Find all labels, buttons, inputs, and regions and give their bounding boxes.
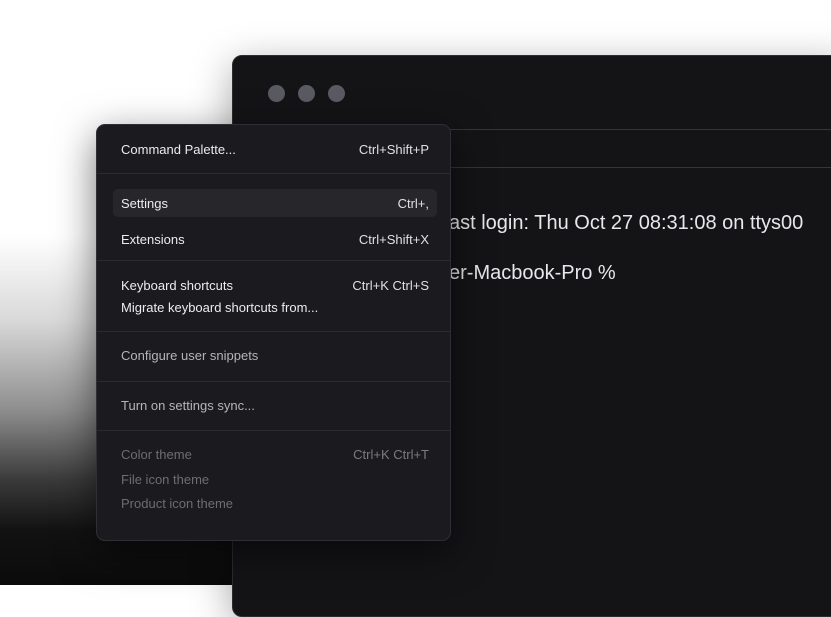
- menu-item-extensions[interactable]: Extensions Ctrl+Shift+X: [113, 225, 437, 253]
- menu-item-label: Settings: [121, 195, 168, 211]
- menu-item-command-palette[interactable]: Command Palette... Ctrl+Shift+P: [113, 135, 437, 163]
- menu-item-user-snippets[interactable]: Configure user snippets: [113, 341, 437, 369]
- menu-item-label: Configure user snippets: [121, 347, 259, 363]
- menu-item-label: Extensions: [121, 231, 185, 247]
- menu-item-shortcut: Ctrl+Shift+X: [358, 231, 429, 247]
- menu-divider: [97, 260, 450, 261]
- menu-item-label: Product icon theme: [121, 495, 234, 511]
- menu-item-label: Command Palette...: [121, 141, 236, 157]
- menu-divider: [97, 381, 450, 382]
- menu-divider: [97, 173, 450, 174]
- terminal-prompt-line[interactable]: er-Macbook-Pro %: [449, 262, 616, 285]
- menu-item-migrate-shortcuts[interactable]: Migrate keyboard shortcuts from...: [113, 293, 437, 321]
- menu-item-label: Migrate keyboard shortcuts from...: [121, 299, 319, 315]
- menu-item-label: Turn on settings sync...: [121, 397, 255, 413]
- settings-menu: Command Palette... Ctrl+Shift+P Settings…: [96, 124, 451, 541]
- menu-item-shortcut: Ctrl+K Ctrl+T: [353, 446, 429, 462]
- window-maximize-button[interactable]: [328, 85, 345, 102]
- menu-item-label: File icon theme: [121, 471, 210, 487]
- menu-item-shortcut: Ctrl+Shift+P: [358, 141, 429, 157]
- menu-item-settings[interactable]: Settings Ctrl+,: [113, 189, 437, 217]
- menu-item-label: Keyboard shortcuts: [121, 277, 234, 293]
- menu-divider: [97, 331, 450, 332]
- terminal-last-login-line: ast login: Thu Oct 27 08:31:08 on ttys00: [449, 212, 804, 234]
- menu-item-shortcut: Ctrl+,: [397, 195, 429, 211]
- terminal-titlebar: [233, 56, 831, 130]
- menu-item-color-theme[interactable]: Color theme Ctrl+K Ctrl+T: [113, 440, 437, 468]
- menu-item-product-icon-theme[interactable]: Product icon theme: [113, 489, 437, 517]
- window-close-button[interactable]: [268, 85, 285, 102]
- menu-item-shortcut: Ctrl+K Ctrl+S: [352, 277, 429, 293]
- menu-item-label: Color theme: [121, 446, 192, 462]
- menu-divider: [97, 430, 450, 431]
- window-minimize-button[interactable]: [298, 85, 315, 102]
- menu-item-settings-sync[interactable]: Turn on settings sync...: [113, 391, 437, 419]
